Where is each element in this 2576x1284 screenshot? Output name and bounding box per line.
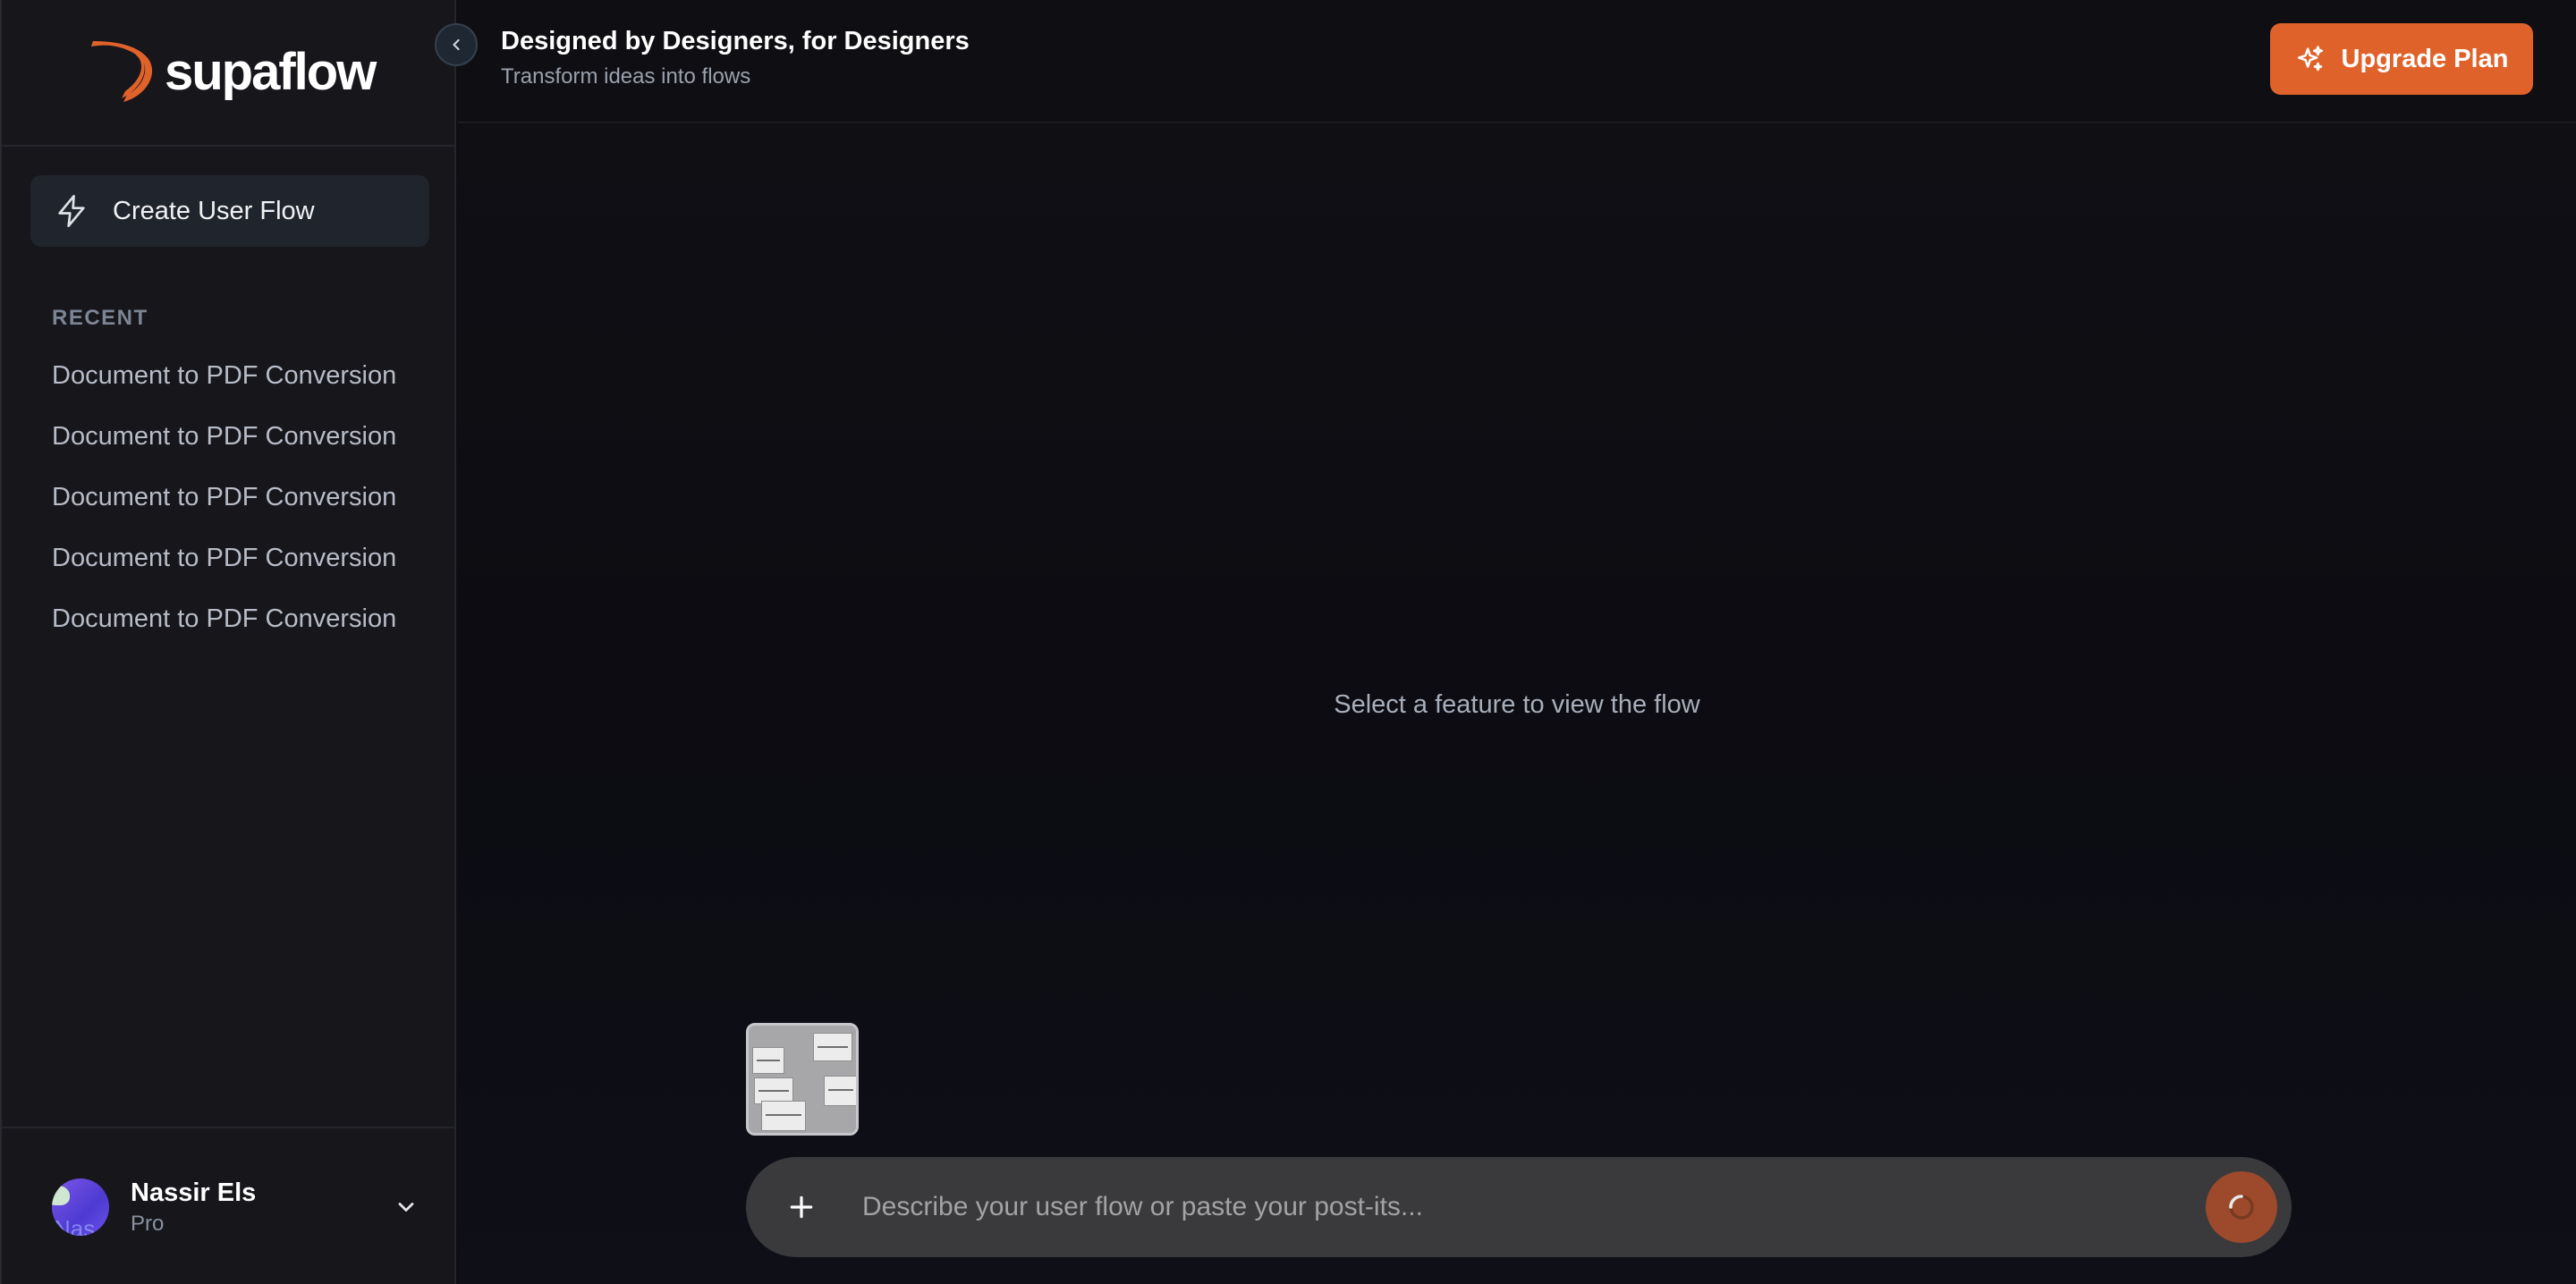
user-menu[interactable]: Nas Nassir Els Pro bbox=[52, 1177, 419, 1238]
recent-section-title: RECENT bbox=[52, 306, 148, 330]
sparkles-icon bbox=[2297, 46, 2323, 72]
create-user-flow-label: Create User Flow bbox=[113, 196, 315, 225]
flow-canvas: Select a feature to view the flow bbox=[458, 125, 2576, 1284]
collapse-sidebar-button[interactable] bbox=[435, 23, 478, 66]
user-divider bbox=[2, 1127, 454, 1128]
upgrade-plan-button[interactable]: Upgrade Plan bbox=[2270, 23, 2533, 95]
prompt-composer bbox=[746, 1157, 2292, 1257]
recent-item[interactable]: Document to PDF Conversion bbox=[52, 538, 396, 599]
loading-spinner-icon bbox=[2229, 1195, 2254, 1220]
brand-name: supaflow bbox=[165, 42, 377, 101]
app-window: supaflow Create User Flow RECENT Documen… bbox=[0, 0, 2576, 1284]
logo: supaflow bbox=[88, 36, 377, 107]
postit-thumbnail-note bbox=[752, 1047, 784, 1074]
recent-item[interactable]: Document to PDF Conversion bbox=[52, 356, 396, 417]
avatar-alt-text: Nas bbox=[54, 1215, 96, 1236]
recent-item[interactable]: Document to PDF Conversion bbox=[52, 417, 396, 477]
recent-item[interactable]: Document to PDF Conversion bbox=[52, 599, 396, 660]
recent-item[interactable]: Document to PDF Conversion bbox=[52, 477, 396, 538]
create-user-flow-button[interactable]: Create User Flow bbox=[30, 175, 429, 247]
prompt-input[interactable] bbox=[862, 1180, 2206, 1234]
recent-list: Document to PDF Conversion Document to P… bbox=[52, 356, 396, 660]
page-subtitle: Transform ideas into flows bbox=[501, 64, 751, 89]
send-button[interactable] bbox=[2206, 1171, 2277, 1243]
sidebar: supaflow Create User Flow RECENT Documen… bbox=[0, 0, 456, 1284]
avatar: Nas bbox=[52, 1178, 109, 1236]
chevron-left-icon bbox=[453, 38, 460, 51]
sidebar-divider bbox=[2, 145, 454, 147]
user-info: Nassir Els Pro bbox=[131, 1178, 256, 1237]
attachment-thumbnail[interactable] bbox=[746, 1023, 859, 1136]
empty-state-message: Select a feature to view the flow bbox=[1334, 690, 1700, 719]
add-attachment-button[interactable] bbox=[775, 1180, 828, 1234]
header: Designed by Designers, for Designers Tra… bbox=[458, 0, 2576, 123]
page-title: Designed by Designers, for Designers bbox=[501, 27, 970, 55]
postit-thumbnail-note bbox=[824, 1076, 856, 1106]
user-name: Nassir Els bbox=[131, 1178, 257, 1207]
plus-icon bbox=[790, 1195, 813, 1219]
postit-thumbnail-note bbox=[813, 1033, 852, 1061]
user-plan: Pro bbox=[131, 1211, 165, 1236]
chevron-down-icon[interactable] bbox=[394, 1195, 419, 1220]
postit-thumbnail-note bbox=[761, 1101, 806, 1131]
upgrade-plan-label: Upgrade Plan bbox=[2341, 44, 2509, 73]
logo-mark-icon bbox=[91, 41, 153, 102]
lightning-icon bbox=[58, 195, 85, 228]
